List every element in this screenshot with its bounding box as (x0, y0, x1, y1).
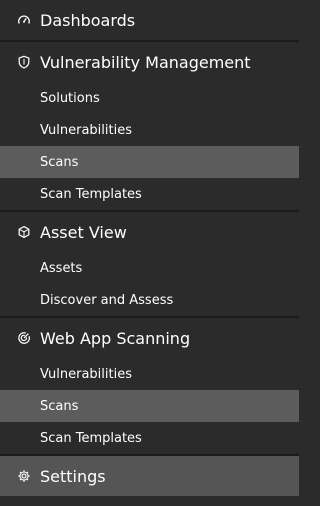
nav-item-label: Scan Templates (40, 186, 142, 202)
nav-vulnerability-management[interactable]: Vulnerability Management (0, 42, 299, 82)
nav-item-label: Assets (40, 260, 83, 276)
nav-settings[interactable]: Settings (0, 456, 299, 496)
nav-asset-view[interactable]: Asset View (0, 212, 299, 252)
sidebar-nav: Dashboards Vulnerability Management Solu… (0, 0, 299, 506)
nav-asset-view-label: Asset View (40, 222, 127, 242)
nav-item-vulnerabilities[interactable]: Vulnerabilities (0, 114, 299, 146)
nav-vulnerability-management-label: Vulnerability Management (40, 52, 251, 72)
nav-item-scan-templates[interactable]: Scan Templates (0, 178, 299, 210)
nav-item-was-scan-templates[interactable]: Scan Templates (0, 422, 299, 454)
gauge-icon (16, 12, 32, 28)
nav-item-solutions[interactable]: Solutions (0, 82, 299, 114)
shield-icon (16, 54, 32, 70)
nav-settings-label: Settings (40, 466, 106, 486)
nav-item-label: Scans (40, 398, 79, 414)
nav-item-label: Vulnerabilities (40, 122, 132, 138)
nav-item-label: Discover and Assess (40, 292, 174, 308)
gear-icon (16, 468, 32, 484)
radar-icon (16, 330, 32, 346)
nav-item-label: Vulnerabilities (40, 366, 132, 382)
nav-dashboards[interactable]: Dashboards (0, 0, 299, 40)
nav-item-label: Solutions (40, 90, 100, 106)
nav-item-label: Scan Templates (40, 430, 142, 446)
nav-item-was-scans[interactable]: Scans (0, 390, 299, 422)
nav-item-was-vulnerabilities[interactable]: Vulnerabilities (0, 358, 299, 390)
nav-item-assets[interactable]: Assets (0, 252, 299, 284)
nav-item-scans[interactable]: Scans (0, 146, 299, 178)
nav-item-label: Scans (40, 154, 79, 170)
nav-dashboards-label: Dashboards (40, 10, 136, 30)
nav-web-app-scanning[interactable]: Web App Scanning (0, 318, 299, 358)
cube-icon (16, 224, 32, 240)
nav-web-app-scanning-label: Web App Scanning (40, 328, 191, 348)
nav-item-discover-and-assess[interactable]: Discover and Assess (0, 284, 299, 316)
